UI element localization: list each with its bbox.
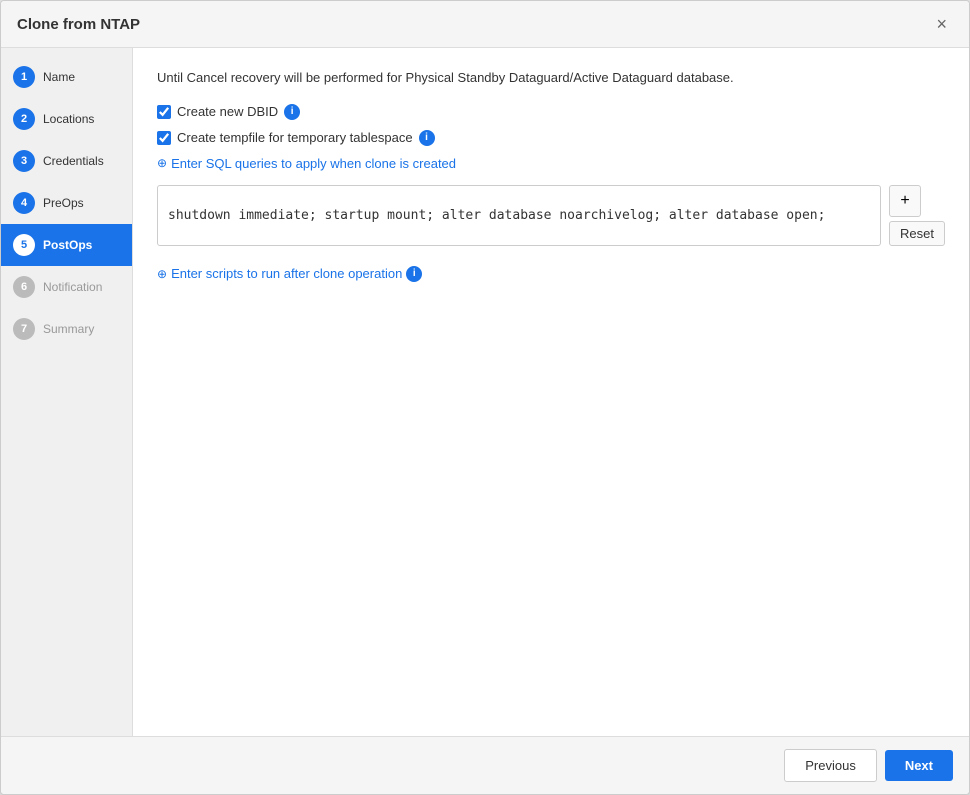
sidebar-step-postops[interactable]: 5 PostOps xyxy=(1,224,132,266)
sidebar: 1 Name 2 Locations 3 Credentials 4 PreOps 5 PostO… xyxy=(1,48,133,736)
checkbox-dbid-label: Create new DBID xyxy=(177,104,278,119)
expand-circle-icon: ⊕ xyxy=(157,156,167,170)
sidebar-step-locations[interactable]: 2 Locations xyxy=(1,98,132,140)
next-button[interactable]: Next xyxy=(885,750,953,781)
checkbox-dbid-row: Create new DBID i xyxy=(157,104,945,120)
step-num-4: 4 xyxy=(13,192,35,214)
step-label-2: Locations xyxy=(43,112,94,126)
step-label-1: Name xyxy=(43,70,75,84)
step-num-5: 5 xyxy=(13,234,35,256)
add-sql-button[interactable]: + xyxy=(889,185,921,217)
previous-button[interactable]: Previous xyxy=(784,749,877,782)
script-expand-icon: ⊕ xyxy=(157,267,167,281)
dialog-title: Clone from NTAP xyxy=(17,16,140,33)
step-num-6: 6 xyxy=(13,276,35,298)
sql-expand-link[interactable]: ⊕ Enter SQL queries to apply when clone … xyxy=(157,156,945,171)
sidebar-step-credentials[interactable]: 3 Credentials xyxy=(1,140,132,182)
step-num-3: 3 xyxy=(13,150,35,172)
sql-buttons: + Reset xyxy=(889,185,945,246)
tempfile-info-icon[interactable]: i xyxy=(419,130,435,146)
checkbox-tempfile-label: Create tempfile for temporary tablespace xyxy=(177,130,413,145)
sidebar-step-notification[interactable]: 6 Notification xyxy=(1,266,132,308)
script-info-icon[interactable]: i xyxy=(406,266,422,282)
checkbox-dbid[interactable] xyxy=(157,105,171,119)
sql-input[interactable] xyxy=(157,185,881,246)
sidebar-step-summary[interactable]: 7 Summary xyxy=(1,308,132,350)
dialog-footer: Previous Next xyxy=(1,736,969,794)
dbid-info-icon[interactable]: i xyxy=(284,104,300,120)
reset-sql-button[interactable]: Reset xyxy=(889,221,945,246)
step-label-6: Notification xyxy=(43,280,102,294)
sql-expand-label: Enter SQL queries to apply when clone is… xyxy=(171,156,456,171)
step-label-5: PostOps xyxy=(43,238,92,252)
info-text: Until Cancel recovery will be performed … xyxy=(157,68,945,88)
step-label-3: Credentials xyxy=(43,154,104,168)
script-expand-label: Enter scripts to run after clone operati… xyxy=(171,266,402,281)
script-expand-link[interactable]: ⊕ Enter scripts to run after clone opera… xyxy=(157,266,945,282)
step-num-2: 2 xyxy=(13,108,35,130)
sidebar-step-preops[interactable]: 4 PreOps xyxy=(1,182,132,224)
sidebar-step-name[interactable]: 1 Name xyxy=(1,56,132,98)
close-button[interactable]: × xyxy=(930,13,953,35)
dialog-body: 1 Name 2 Locations 3 Credentials 4 PreOps 5 PostO… xyxy=(1,48,969,736)
checkbox-tempfile[interactable] xyxy=(157,131,171,145)
step-num-1: 1 xyxy=(13,66,35,88)
dialog-header: Clone from NTAP × xyxy=(1,1,969,48)
sql-area-wrapper: + Reset xyxy=(157,185,945,246)
step-label-7: Summary xyxy=(43,322,94,336)
step-num-7: 7 xyxy=(13,318,35,340)
main-content: Until Cancel recovery will be performed … xyxy=(133,48,969,736)
dialog-clone-ntap: Clone from NTAP × 1 Name 2 Locations 3 Creden… xyxy=(0,0,970,795)
step-label-4: PreOps xyxy=(43,196,84,210)
checkbox-tempfile-row: Create tempfile for temporary tablespace… xyxy=(157,130,945,146)
